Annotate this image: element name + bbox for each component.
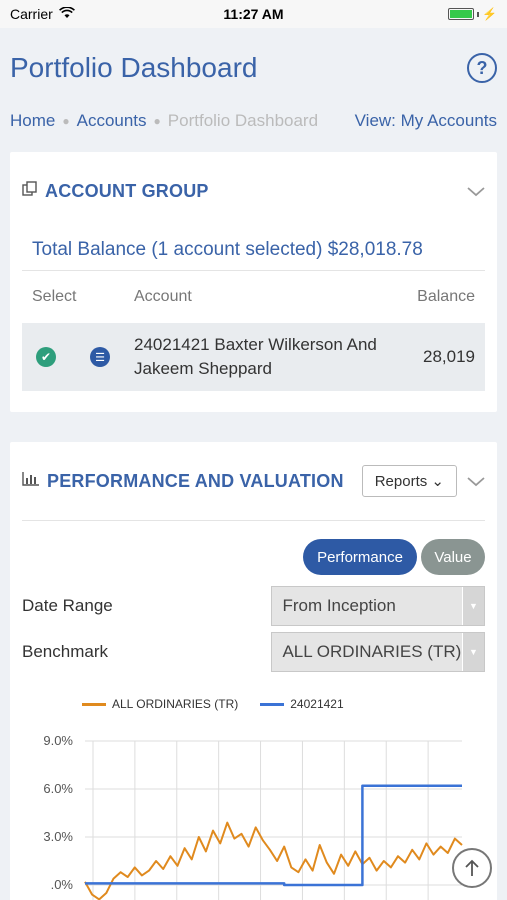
breadcrumb-current: Portfolio Dashboard [167, 111, 319, 130]
breadcrumb-separator: ● [62, 114, 70, 128]
legend-item: ALL ORDINARIES (TR) [82, 697, 238, 711]
account-group-header[interactable]: ACCOUNT GROUP [10, 152, 497, 230]
total-balance: Total Balance (1 account selected) $28,0… [32, 239, 423, 260]
performance-chart: ALL ORDINARIES (TR) 24021421 9.0% 6.0% 3.0… [10, 697, 497, 900]
account-balance: 28,019 [423, 347, 475, 366]
divider [22, 520, 485, 521]
wifi-icon [58, 6, 75, 22]
charging-icon: ⚡ [482, 7, 497, 21]
legend-label: ALL ORDINARIES (TR) [112, 697, 239, 711]
breadcrumb-home[interactable]: Home [10, 111, 55, 131]
legend-swatch [82, 702, 106, 706]
status-bar: Carrier 11:27 AM ⚡ [0, 0, 507, 28]
page-title: Portfolio Dashboard [10, 52, 258, 83]
performance-header: PERFORMANCE AND VALUATION Reports ⌄ [10, 442, 497, 520]
page-header: Portfolio Dashboard ? [0, 28, 507, 108]
column-balance: Balance [417, 288, 475, 305]
series-line [84, 821, 463, 900]
view-toggle: Performance Value [10, 539, 497, 575]
dropdown-arrow-icon: ▼ [462, 587, 484, 625]
performance-toggle-button[interactable]: Performance [303, 539, 417, 575]
carrier-label: Carrier [10, 6, 53, 22]
bar-chart-icon [22, 472, 40, 490]
chevron-down-icon: ⌄ [431, 473, 444, 490]
reports-label: Reports [374, 473, 428, 490]
date-range-select[interactable]: From Inception ▼ [271, 586, 485, 626]
chart-legend: ALL ORDINARIES (TR) 24021421 [82, 697, 344, 711]
clock: 11:27 AM [223, 6, 284, 22]
battery-icon: ⚡ [448, 7, 497, 21]
performance-title: PERFORMANCE AND VALUATION [47, 470, 344, 491]
series-line [85, 784, 462, 887]
column-account: Account [134, 288, 192, 305]
date-range-value: From Inception [282, 596, 396, 615]
y-tick-label: 3.0% [43, 829, 73, 844]
benchmark-select[interactable]: ALL ORDINARIES (TR) ▼ [271, 632, 485, 672]
benchmark-label: Benchmark [22, 642, 108, 661]
table-row[interactable]: ✔ ☰ 24021421 Baxter Wilkerson And Jakeem… [22, 323, 485, 391]
view-accounts-link[interactable]: View: My Accounts [355, 111, 497, 131]
breadcrumb: Home ● Accounts ● Portfolio Dashboard Vi… [0, 108, 507, 134]
benchmark-value: ALL ORDINARIES (TR) [282, 642, 462, 661]
breadcrumb-accounts[interactable]: Accounts [77, 111, 147, 131]
date-range-row: Date Range From Inception ▼ [10, 583, 497, 629]
legend-label: 24021421 [290, 697, 344, 711]
y-tick-label: 6.0% [43, 781, 73, 796]
value-toggle-button[interactable]: Value [421, 539, 485, 575]
y-tick-label: .0% [51, 877, 74, 892]
legend-item: 24021421 [260, 697, 344, 711]
breadcrumb-separator: ● [153, 114, 161, 128]
benchmark-row: Benchmark ALL ORDINARIES (TR) ▼ [10, 629, 497, 675]
chevron-down-icon[interactable] [467, 471, 485, 492]
chart-svg: 9.0% 6.0% 3.0% .0% [43, 733, 463, 900]
performance-card: PERFORMANCE AND VALUATION Reports ⌄ Perf… [10, 442, 497, 900]
account-name: 24021421 Baxter Wilkerson And Jakeem She… [134, 335, 377, 378]
dropdown-arrow-icon: ▼ [462, 633, 484, 671]
legend-swatch [260, 702, 285, 706]
help-button[interactable]: ? [467, 53, 497, 83]
scroll-to-top-button[interactable] [452, 848, 492, 888]
row-select-cell: ✔ ☰ [32, 347, 134, 367]
copy-icon [22, 181, 38, 201]
carrier-info: Carrier [10, 6, 75, 22]
account-group-card: ACCOUNT GROUP Total Balance (1 account s… [10, 152, 497, 412]
chevron-down-icon[interactable] [467, 181, 485, 202]
table-header: Select Account Balance [10, 271, 497, 323]
account-group-title: ACCOUNT GROUP [45, 180, 209, 201]
menu-icon[interactable]: ☰ [90, 347, 110, 367]
date-range-label: Date Range [22, 596, 113, 615]
reports-dropdown[interactable]: Reports ⌄ [361, 465, 457, 497]
y-tick-label: 9.0% [43, 733, 73, 748]
column-select: Select [32, 288, 77, 305]
check-icon[interactable]: ✔ [36, 347, 56, 367]
